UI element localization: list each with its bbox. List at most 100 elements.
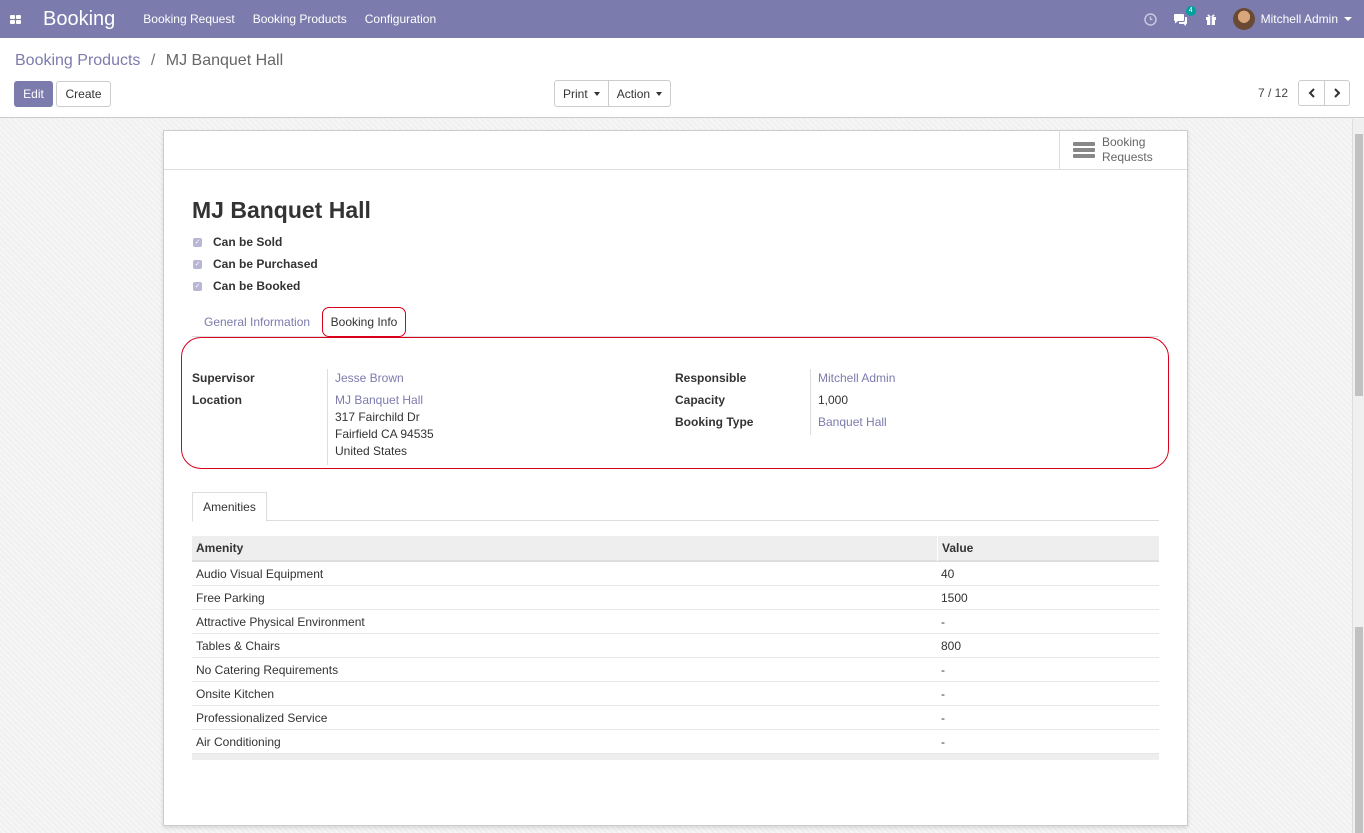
right-group-divider <box>810 369 811 435</box>
app-brand[interactable]: Booking <box>43 8 115 31</box>
table-row[interactable]: Onsite Kitchen - <box>192 682 1159 706</box>
activity-clock-icon[interactable] <box>1143 11 1159 27</box>
location-city: Fairfield CA 94535 <box>335 427 434 441</box>
user-avatar[interactable] <box>1232 8 1255 30</box>
value-cell: 1500 <box>941 590 968 605</box>
amenity-cell: Audio Visual Equipment <box>196 566 324 581</box>
vertical-scrollbar[interactable] <box>1352 119 1364 833</box>
amenity-cell: Attractive Physical Environment <box>196 614 365 629</box>
server-list-icon <box>1073 142 1095 158</box>
amenities-tabs: Amenities <box>192 492 1159 522</box>
user-menu-caret-icon[interactable] <box>1344 17 1352 21</box>
can-be-purchased-row: ✓ Can be Purchased <box>193 257 318 271</box>
amenity-cell: No Catering Requirements <box>196 662 339 677</box>
location-country: United States <box>335 444 408 458</box>
apps-menu-icon[interactable] <box>0 0 30 38</box>
scrollbar-thumb[interactable] <box>1355 134 1363 396</box>
can-be-booked-row: ✓ Can be Booked <box>193 279 300 293</box>
amenity-cell: Air Conditioning <box>196 734 281 749</box>
smart-button-label-line1: Booking <box>1102 135 1146 149</box>
gift-icon[interactable] <box>1203 11 1219 27</box>
smart-button-label-line2: Requests <box>1102 150 1153 164</box>
responsible-link[interactable]: Mitchell Admin <box>818 371 895 385</box>
breadcrumb-separator: / <box>150 52 156 69</box>
table-row[interactable]: Tables & Chairs 800 <box>192 634 1159 658</box>
action-label: Action <box>616 86 651 101</box>
location-street: 317 Fairchild Dr <box>335 410 420 424</box>
value-column-header[interactable]: Value <box>937 535 973 561</box>
pager-previous-button[interactable] <box>1299 81 1324 105</box>
table-header: Amenity Value <box>192 535 1159 562</box>
amenity-cell: Professionalized Service <box>196 710 328 725</box>
table-row[interactable]: No Catering Requirements - <box>192 658 1159 682</box>
amenity-cell: Tables & Chairs <box>196 638 281 653</box>
control-panel: Booking Products / MJ Banquet Hall Edit … <box>0 38 1364 118</box>
menu-configuration[interactable]: Configuration <box>365 12 436 26</box>
can-be-booked-label: Can be Booked <box>213 279 301 293</box>
amenity-column-header[interactable]: Amenity <box>192 541 937 555</box>
supervisor-link[interactable]: Jesse Brown <box>335 371 404 385</box>
booking-type-link[interactable]: Banquet Hall <box>818 415 887 429</box>
amenity-cell: Free Parking <box>196 590 265 605</box>
value-cell: 40 <box>941 566 955 581</box>
print-dropdown[interactable]: Print <box>555 81 608 106</box>
table-row[interactable]: Free Parking 1500 <box>192 586 1159 610</box>
action-caret-icon <box>656 91 663 96</box>
table-row[interactable]: Air Conditioning - <box>192 730 1159 754</box>
booking-requests-smart-button[interactable]: Booking Requests <box>1059 131 1187 169</box>
menu-booking-request[interactable]: Booking Request <box>143 12 234 26</box>
edit-button[interactable]: Edit <box>14 81 53 107</box>
top-navbar: Booking Booking Request Booking Products… <box>0 0 1364 38</box>
can-be-purchased-checkbox[interactable]: ✓ <box>193 259 202 269</box>
can-be-sold-checkbox[interactable]: ✓ <box>193 237 202 247</box>
pager-value[interactable]: 7 / 12 <box>1258 86 1288 100</box>
pager-next-button[interactable] <box>1324 81 1349 105</box>
print-caret-icon <box>593 91 600 96</box>
table-row[interactable]: Audio Visual Equipment 40 <box>192 562 1159 586</box>
button-box: Booking Requests <box>164 131 1187 170</box>
can-be-purchased-label: Can be Purchased <box>213 257 318 271</box>
record-title: MJ Banquet Hall <box>192 197 371 223</box>
value-cell: - <box>941 614 945 629</box>
print-label: Print <box>563 86 588 101</box>
location-label: Location <box>192 393 242 407</box>
value-cell: 800 <box>941 638 962 653</box>
breadcrumb-current: MJ Banquet Hall <box>165 52 284 69</box>
can-be-booked-checkbox[interactable]: ✓ <box>193 281 202 291</box>
left-group-divider <box>327 369 328 465</box>
location-name-link[interactable]: MJ Banquet Hall <box>335 392 434 409</box>
user-name[interactable]: Mitchell Admin <box>1261 12 1338 26</box>
tab-booking-info[interactable]: Booking Info <box>322 307 406 337</box>
value-cell: - <box>941 734 945 749</box>
action-dropdown[interactable]: Action <box>607 81 670 106</box>
create-button[interactable]: Create <box>56 81 111 107</box>
capacity-label: Capacity <box>675 393 726 407</box>
tab-amenities[interactable]: Amenities <box>192 492 267 522</box>
messages-count-badge: 4 <box>1185 6 1196 16</box>
can-be-sold-row: ✓ Can be Sold <box>193 235 282 249</box>
table-row[interactable]: Attractive Physical Environment - <box>192 610 1159 634</box>
table-footer <box>192 754 1159 760</box>
capacity-value: 1,000 <box>818 393 849 407</box>
value-cell: - <box>941 686 945 701</box>
form-sheet: Booking Requests MJ Banquet Hall ✓ Can b… <box>163 130 1188 826</box>
can-be-sold-label: Can be Sold <box>213 235 283 249</box>
amenities-table: Amenity Value Audio Visual Equipment 40 … <box>192 535 1159 760</box>
messages-icon[interactable]: 4 <box>1173 6 1196 27</box>
breadcrumb-parent[interactable]: Booking Products <box>15 52 140 69</box>
booking-type-label: Booking Type <box>675 415 754 429</box>
value-cell: - <box>941 662 945 677</box>
scrollbar-thumb-lower[interactable] <box>1355 627 1363 833</box>
notebook-tabs: General Information Booking Info <box>192 307 1159 337</box>
pager: 7 / 12 <box>1258 80 1350 106</box>
chevron-right-icon <box>1334 88 1341 98</box>
table-row[interactable]: Professionalized Service - <box>192 706 1159 730</box>
supervisor-label: Supervisor <box>192 371 255 385</box>
menu-booking-products[interactable]: Booking Products <box>253 12 347 26</box>
tab-general-information[interactable]: General Information <box>204 307 310 337</box>
value-cell: - <box>941 710 945 725</box>
sidebar-actions: Print Action <box>554 80 672 107</box>
responsible-label: Responsible <box>675 371 747 385</box>
location-address: MJ Banquet Hall 317 Fairchild Dr Fairfie… <box>335 392 434 460</box>
chevron-left-icon <box>1308 88 1315 98</box>
